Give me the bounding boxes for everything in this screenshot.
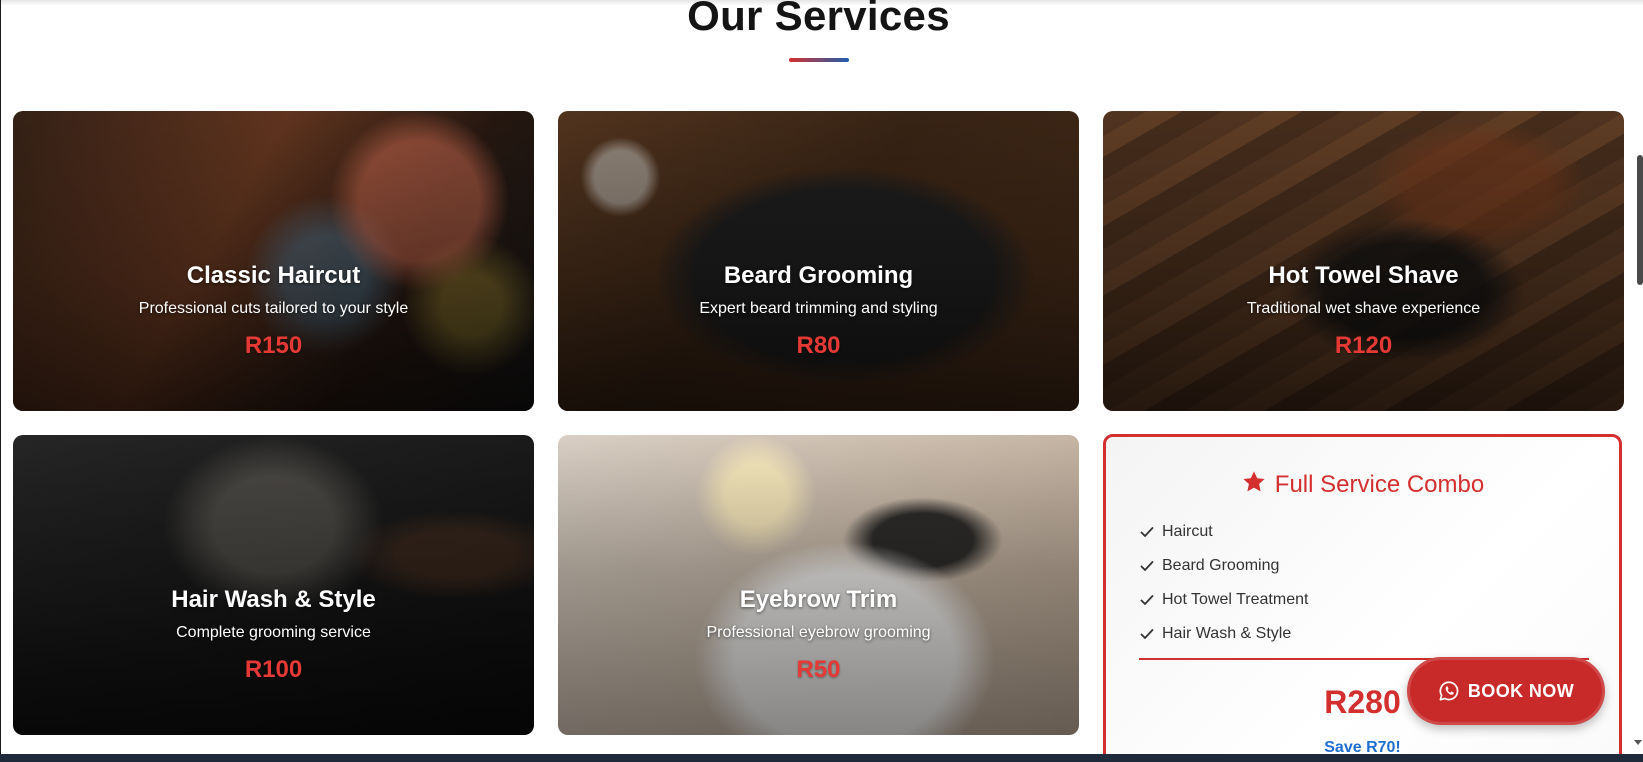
service-title: Classic Haircut <box>186 262 361 289</box>
window-edge <box>0 0 1 762</box>
service-description: Traditional wet shave experience <box>1246 300 1481 317</box>
service-title: Eyebrow Trim <box>739 586 898 613</box>
service-description: Expert beard trimming and styling <box>699 300 938 317</box>
list-item: Hot Towel Treatment <box>1139 583 1308 617</box>
service-price: R80 <box>796 332 841 359</box>
combo-item-label: Beard Grooming <box>1162 557 1280 574</box>
service-title: Beard Grooming <box>723 262 914 289</box>
service-price: R100 <box>244 656 303 683</box>
service-price: R50 <box>796 656 841 683</box>
check-icon <box>1139 558 1155 574</box>
service-card-beard-grooming[interactable]: Beard Grooming Expert beard trimming and… <box>558 111 1079 411</box>
check-icon <box>1139 524 1155 540</box>
section-title: Our Services <box>687 0 950 39</box>
title-underline <box>789 58 849 62</box>
whatsapp-icon <box>1438 680 1460 702</box>
list-item: Hair Wash & Style <box>1139 617 1308 651</box>
combo-item-label: Haircut <box>1162 523 1213 540</box>
taskbar-strip <box>0 754 1643 762</box>
scroll-down-arrow-icon[interactable] <box>1634 740 1642 745</box>
services-page: Our Services Classic Haircut Professiona… <box>0 0 1643 762</box>
book-now-button[interactable]: BOOK NOW <box>1407 657 1605 725</box>
service-title: Hot Towel Shave <box>1268 262 1459 289</box>
check-icon <box>1139 626 1155 642</box>
service-card-hot-towel-shave[interactable]: Hot Towel Shave Traditional wet shave ex… <box>1103 111 1624 411</box>
service-price: R120 <box>1334 332 1393 359</box>
combo-items: Haircut Beard Grooming Hot Towel Treatme… <box>1139 515 1308 651</box>
combo-item-label: Hair Wash & Style <box>1162 625 1292 642</box>
service-title: Hair Wash & Style <box>171 586 376 613</box>
combo-item-label: Hot Towel Treatment <box>1162 591 1309 608</box>
service-description: Complete grooming service <box>176 624 371 641</box>
scrollbar-thumb[interactable] <box>1637 155 1643 285</box>
list-item: Beard Grooming <box>1139 549 1308 583</box>
star-icon <box>1241 469 1267 503</box>
check-icon <box>1139 592 1155 608</box>
service-description: Professional eyebrow grooming <box>706 624 931 641</box>
combo-title: Full Service Combo <box>1106 469 1619 503</box>
service-card-hair-wash-style[interactable]: Hair Wash & Style Complete grooming serv… <box>13 435 534 735</box>
list-item: Haircut <box>1139 515 1308 549</box>
service-card-eyebrow-trim[interactable]: Eyebrow Trim Professional eyebrow groomi… <box>558 435 1079 735</box>
book-now-label: BOOK NOW <box>1467 680 1575 701</box>
combo-title-text: Full Service Combo <box>1274 471 1485 498</box>
service-price: R150 <box>244 332 303 359</box>
service-card-classic-haircut[interactable]: Classic Haircut Professional cuts tailor… <box>13 111 534 411</box>
service-description: Professional cuts tailored to your style <box>138 300 409 317</box>
